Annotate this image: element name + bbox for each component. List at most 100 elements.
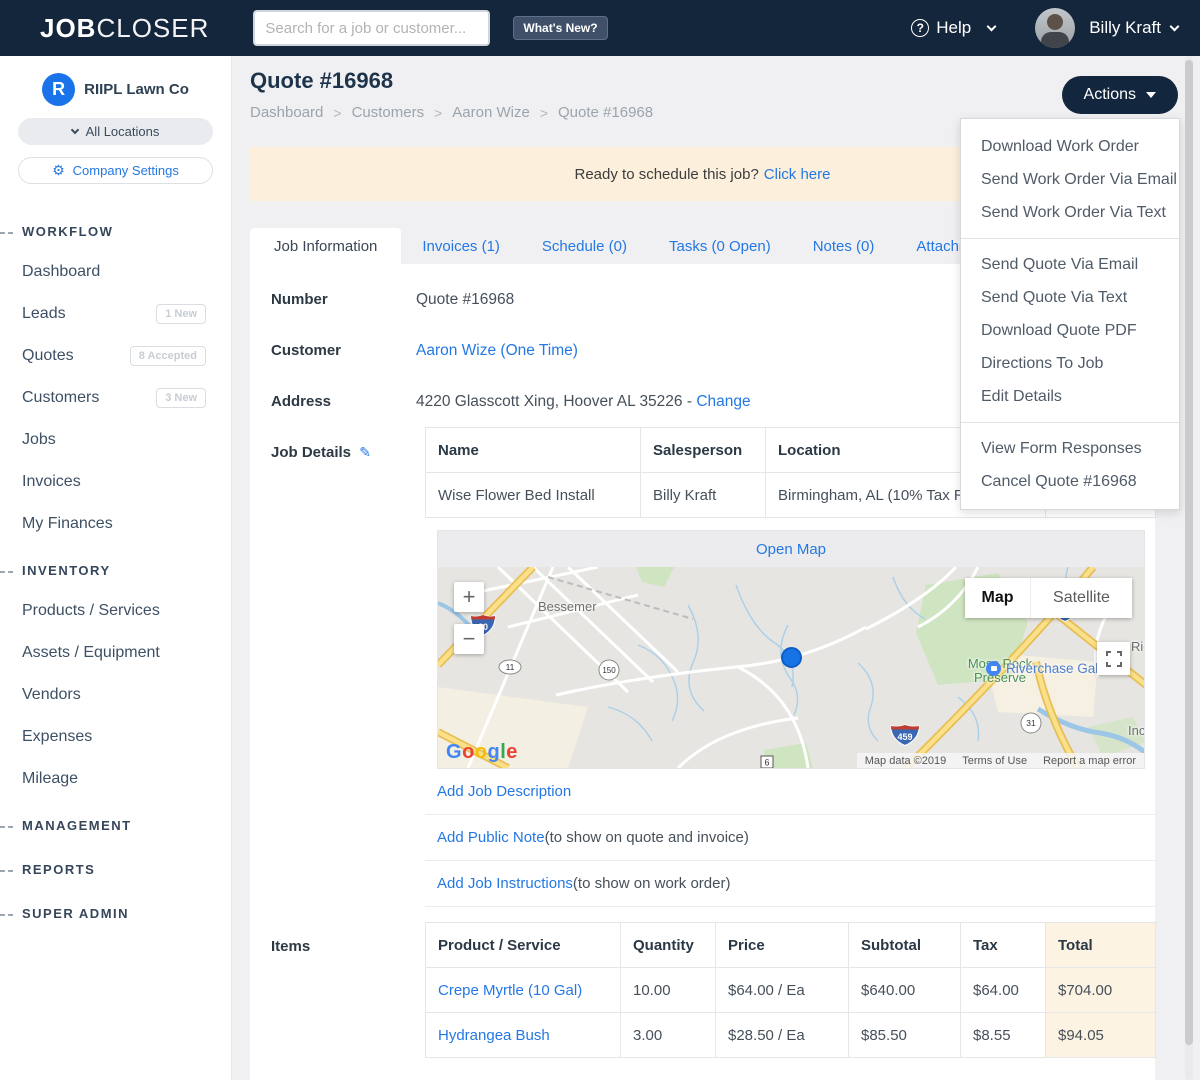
- tab-tasks[interactable]: Tasks (0 Open): [648, 228, 792, 264]
- satellite-view-button[interactable]: Satellite: [1030, 578, 1132, 618]
- section-dash-icon: [0, 826, 13, 828]
- tab-invoices[interactable]: Invoices (1): [401, 228, 521, 264]
- map-zoom-in-button[interactable]: +: [454, 582, 484, 612]
- section-reports[interactable]: REPORTS: [0, 862, 231, 877]
- menu-send-work-order-email[interactable]: Send Work Order Via Email: [961, 163, 1179, 196]
- tab-job-information[interactable]: Job Information: [250, 228, 402, 264]
- open-map-bar: Open Map: [438, 531, 1144, 567]
- sidebar-item-vendors[interactable]: Vendors: [0, 686, 231, 704]
- price-cell: $64.00 / Ea: [715, 967, 849, 1013]
- quotes-badge: 8 Accepted: [129, 346, 206, 366]
- menu-send-quote-email[interactable]: Send Quote Via Email: [961, 248, 1179, 281]
- svg-text:6: 6: [764, 758, 769, 768]
- chevron-down-icon: [70, 125, 79, 135]
- sidebar-item-products-services[interactable]: Products / Services: [0, 602, 231, 620]
- map-view-button[interactable]: Map: [965, 578, 1030, 618]
- sidebar-item-expenses[interactable]: Expenses: [0, 728, 231, 746]
- work-order-group: Download Work Order Send Work Order Via …: [961, 128, 1179, 231]
- map-zoom-out-button[interactable]: −: [454, 624, 484, 654]
- quote-group: Send Quote Via Email Send Quote Via Text…: [961, 238, 1179, 415]
- sidebar-item-quotes[interactable]: Quotes 8 Accepted: [0, 346, 231, 366]
- section-dash-icon: [0, 914, 13, 916]
- section-title: MANAGEMENT: [22, 818, 132, 833]
- section-management[interactable]: MANAGEMENT: [0, 818, 231, 833]
- open-map-link[interactable]: Open Map: [756, 541, 826, 558]
- breadcrumb-customer-name[interactable]: Aaron Wize: [452, 104, 530, 121]
- col-name: Name: [425, 427, 641, 473]
- col-subtotal: Subtotal: [848, 922, 961, 968]
- company-settings-button[interactable]: ⚙ Company Settings: [18, 157, 213, 184]
- chevron-down-icon[interactable]: [1169, 21, 1180, 31]
- product-link[interactable]: Hydrangea Bush: [438, 1027, 550, 1044]
- leads-badge: 1 New: [156, 304, 206, 324]
- section-dash-icon: [0, 870, 13, 872]
- address-change-link[interactable]: Change: [696, 393, 750, 410]
- total-cell: $704.00: [1045, 967, 1156, 1013]
- user-avatar[interactable]: [1035, 8, 1076, 48]
- tab-schedule[interactable]: Schedule (0): [521, 228, 648, 264]
- section-workflow[interactable]: WORKFLOW: [0, 224, 231, 239]
- sidebar-item-leads[interactable]: Leads 1 New: [0, 304, 231, 324]
- help-menu[interactable]: ? Help: [911, 18, 997, 38]
- google-map[interactable]: Bessemer Moss Rock Preserve Riverchase G…: [438, 567, 1144, 768]
- menu-send-quote-text[interactable]: Send Quote Via Text: [961, 281, 1179, 314]
- tax-cell: $64.00: [960, 967, 1046, 1013]
- add-job-instructions-link[interactable]: Add Job Instructions: [437, 875, 573, 892]
- job-location-marker[interactable]: [781, 647, 802, 668]
- total-cell: $94.05: [1045, 1012, 1156, 1058]
- add-public-note-link[interactable]: Add Public Note: [437, 829, 545, 846]
- sidebar-item-customers[interactable]: Customers 3 New: [0, 388, 231, 408]
- customer-link[interactable]: Aaron Wize (One Time): [416, 342, 578, 359]
- svg-text:11: 11: [506, 662, 515, 672]
- quantity-cell: 10.00: [620, 967, 716, 1013]
- breadcrumb-separator: >: [539, 104, 549, 121]
- sidebar-item-mileage[interactable]: Mileage: [0, 770, 231, 788]
- terms-of-use-link[interactable]: Terms of Use: [962, 755, 1027, 767]
- logo-light: CLOSER: [96, 12, 210, 43]
- menu-edit-details[interactable]: Edit Details: [961, 380, 1179, 413]
- section-super-admin[interactable]: SUPER ADMIN: [0, 906, 231, 921]
- banner-click-here-link[interactable]: Click here: [764, 166, 831, 183]
- main-content: Quote #16968 Dashboard > Customers > Aar…: [232, 56, 1200, 1080]
- menu-send-work-order-text[interactable]: Send Work Order Via Text: [961, 196, 1179, 229]
- us-31-shield: 31: [1020, 712, 1042, 739]
- locations-selector[interactable]: All Locations: [18, 118, 213, 145]
- customer-label: Customer: [271, 342, 342, 359]
- page-scrollbar[interactable]: [1185, 56, 1193, 1080]
- sidebar-item-dashboard[interactable]: Dashboard: [0, 263, 231, 281]
- sidebar-item-assets-equipment[interactable]: Assets / Equipment: [0, 644, 231, 662]
- sidebar-item-my-finances[interactable]: My Finances: [0, 515, 231, 533]
- google-logo: Google: [446, 741, 518, 763]
- menu-download-quote-pdf[interactable]: Download Quote PDF: [961, 314, 1179, 347]
- menu-view-form-responses[interactable]: View Form Responses: [961, 432, 1179, 465]
- section-title: SUPER ADMIN: [22, 906, 130, 921]
- sidebar-item-label: Customers: [22, 389, 100, 406]
- menu-directions-to-job[interactable]: Directions To Job: [961, 347, 1179, 380]
- product-link[interactable]: Crepe Myrtle (10 Gal): [438, 982, 582, 999]
- misc-group: View Form Responses Cancel Quote #16968: [961, 422, 1179, 500]
- add-job-description-link[interactable]: Add Job Description: [437, 783, 571, 800]
- report-map-error-link[interactable]: Report a map error: [1043, 755, 1136, 767]
- breadcrumb-dashboard[interactable]: Dashboard: [250, 104, 323, 121]
- menu-download-work-order[interactable]: Download Work Order: [961, 130, 1179, 163]
- map-fullscreen-button[interactable]: [1097, 642, 1130, 675]
- section-inventory[interactable]: INVENTORY: [0, 563, 231, 578]
- sidebar-item-invoices[interactable]: Invoices: [0, 473, 231, 491]
- customers-badge: 3 New: [156, 388, 206, 408]
- breadcrumb-customers[interactable]: Customers: [352, 104, 425, 121]
- sidebar-item-jobs[interactable]: Jobs: [0, 431, 231, 449]
- menu-cancel-quote[interactable]: Cancel Quote #16968: [961, 465, 1179, 498]
- scrollbar-thumb[interactable]: [1185, 60, 1193, 1045]
- edit-pencil-icon[interactable]: ✎: [359, 445, 371, 461]
- user-name[interactable]: Billy Kraft: [1089, 18, 1161, 38]
- tab-notes[interactable]: Notes (0): [792, 228, 896, 264]
- chevron-down-icon: [986, 21, 997, 31]
- search-input[interactable]: [265, 19, 479, 37]
- locations-label: All Locations: [85, 124, 160, 139]
- section-dash-icon: [0, 232, 13, 234]
- whats-new-button[interactable]: What's New?: [513, 16, 608, 40]
- page-title: Quote #16968: [250, 68, 394, 93]
- add-job-description-row: Add Job Description: [425, 769, 1155, 815]
- actions-button[interactable]: Actions: [1061, 76, 1178, 114]
- app-logo[interactable]: JOBCLOSER: [40, 13, 209, 44]
